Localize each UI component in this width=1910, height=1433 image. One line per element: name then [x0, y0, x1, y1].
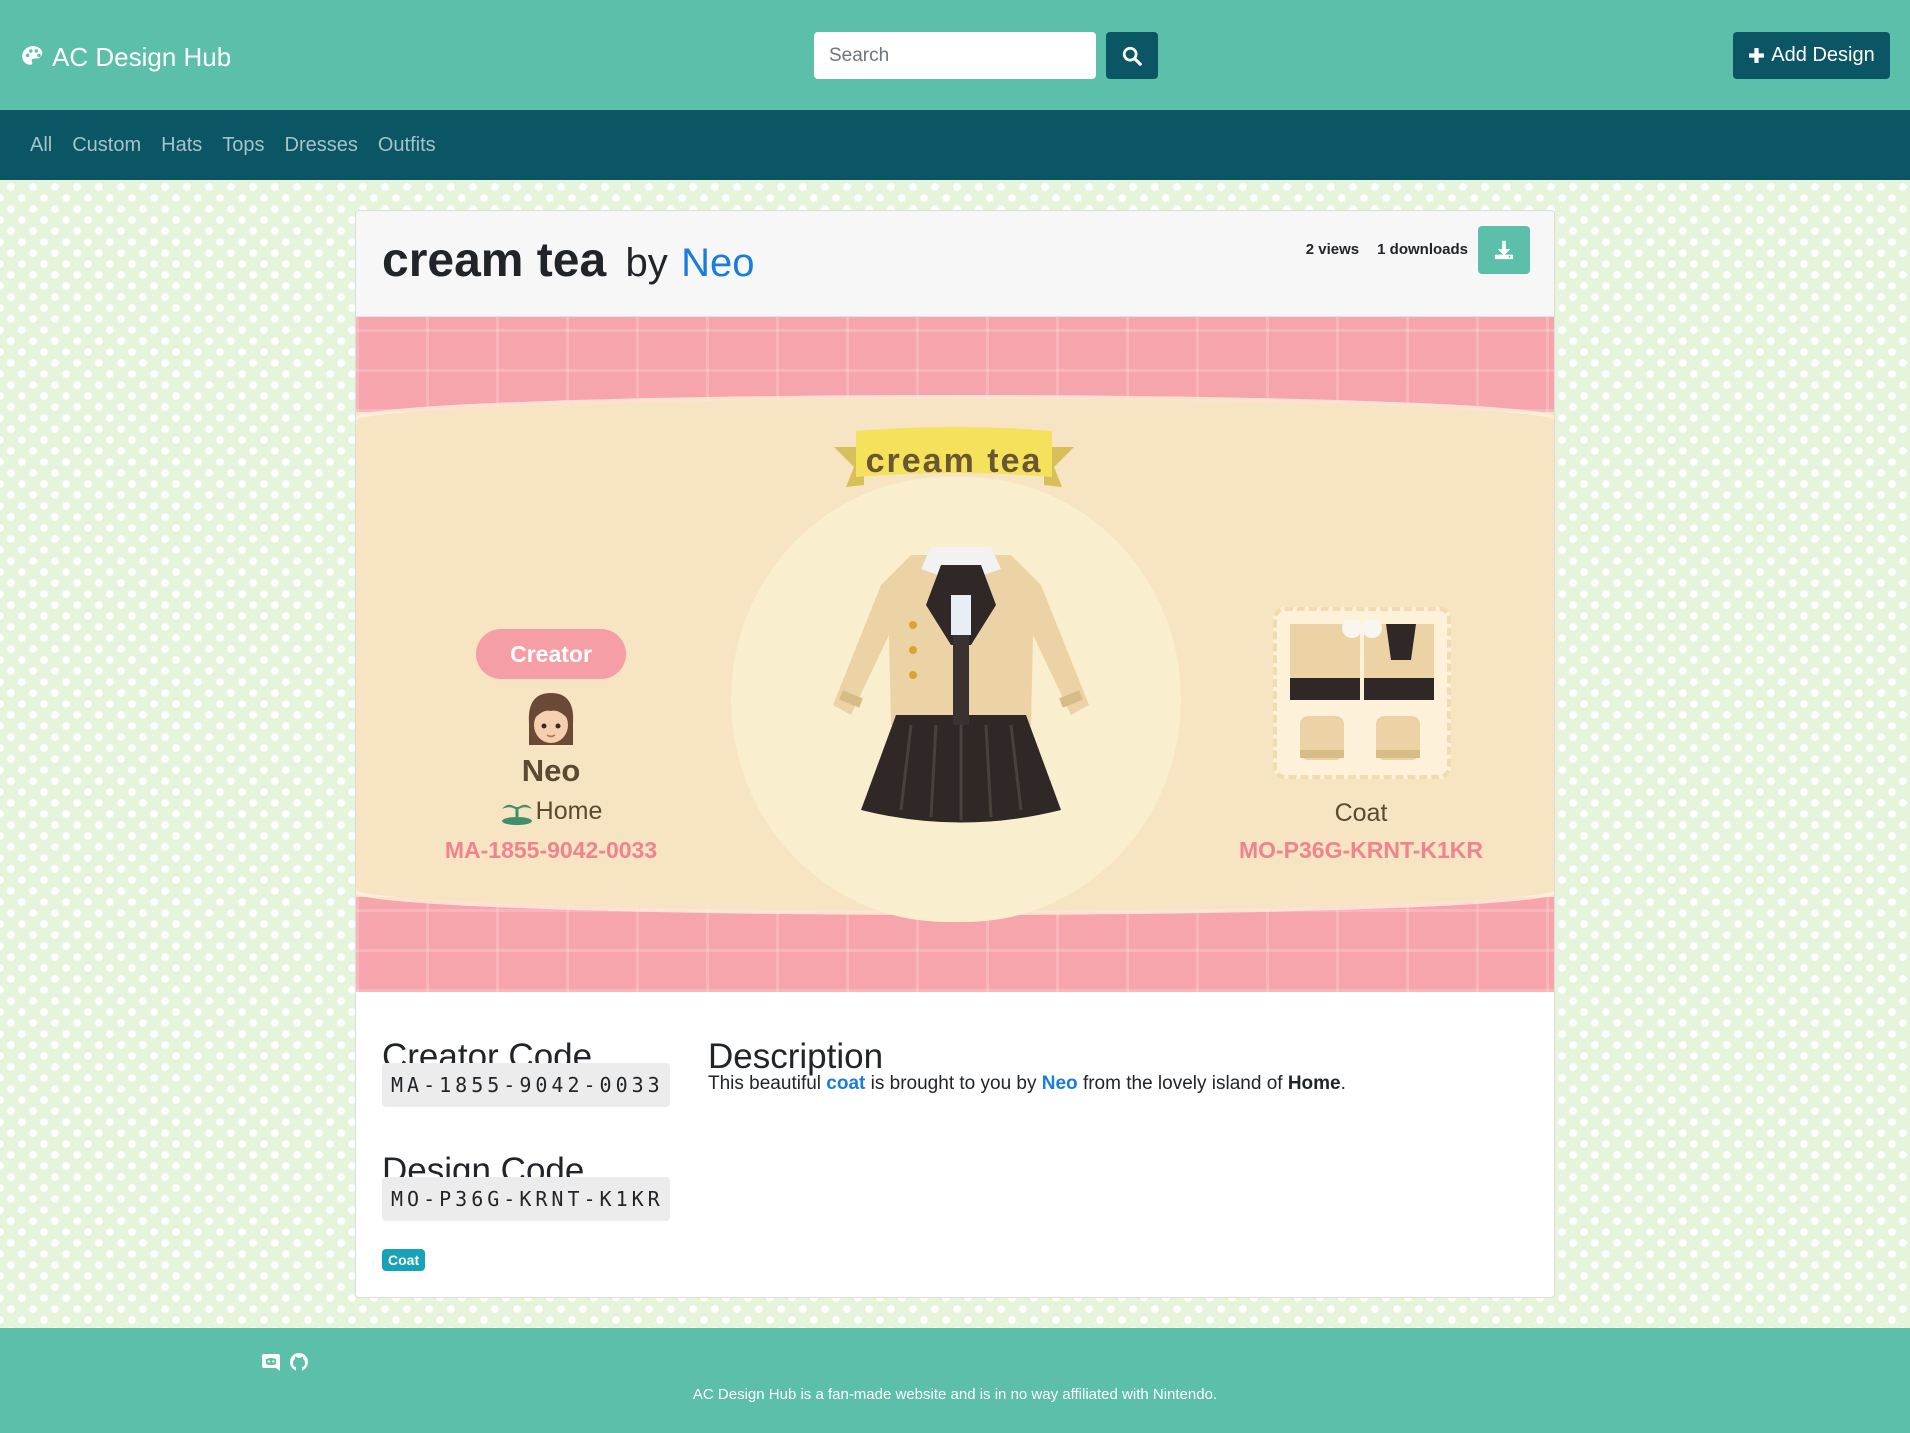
type-label-image: Coat	[1334, 799, 1388, 827]
island-icon	[501, 804, 532, 825]
banner-label: cream tea	[865, 441, 1043, 480]
views-count: 2 views	[1305, 241, 1360, 258]
design-title: cream tea	[382, 234, 607, 287]
search-input[interactable]	[814, 32, 1096, 79]
card-header: cream tea by Neo 2 views 1 downloads	[356, 211, 1554, 317]
plus-icon	[1749, 48, 1765, 63]
design-code-image: MO-P36G-KRNT-K1KR	[1238, 837, 1484, 863]
island-name: Home	[535, 797, 603, 825]
by-text: by	[625, 241, 668, 285]
creator-code-image: MA-1855-9042-0033	[444, 837, 658, 863]
footer-icons	[261, 1352, 309, 1372]
github-icon[interactable]	[289, 1352, 309, 1372]
add-design-label: Add Design	[1771, 44, 1875, 66]
creator-code-box[interactable]: MA-1855-9042-0033	[382, 1063, 670, 1107]
search-icon	[1122, 46, 1142, 66]
description-text: This beautiful coat is brought to you by…	[708, 1073, 1528, 1095]
discord-icon[interactable]	[261, 1352, 281, 1372]
footer: AC Design Hub is a fan-made website and …	[0, 1328, 1910, 1433]
design-title-heading: cream tea by Neo	[382, 233, 754, 288]
pattern-preview	[1290, 620, 1434, 760]
category-tops[interactable]: Tops	[222, 134, 264, 157]
download-button[interactable]	[1478, 226, 1530, 274]
brand-link[interactable]: AC Design Hub	[20, 40, 231, 74]
desc-end: .	[1340, 1073, 1346, 1094]
creator-pill: Creator	[476, 629, 626, 679]
desc-author-link[interactable]: Neo	[1042, 1073, 1078, 1094]
creator-name-image: Neo	[521, 753, 581, 788]
coat-illustration	[833, 547, 1089, 823]
category-nav: All Custom Hats Tops Dresses Outfits	[0, 110, 1910, 180]
desc-mid2: from the lovely island of	[1077, 1073, 1288, 1094]
category-hats[interactable]: Hats	[161, 134, 202, 157]
search-button[interactable]	[1106, 32, 1158, 79]
download-icon	[1494, 240, 1514, 260]
category-outfits[interactable]: Outfits	[378, 134, 436, 157]
author-link[interactable]: Neo	[681, 241, 754, 285]
footer-disclaimer: AC Design Hub is a fan-made website and …	[692, 1386, 1218, 1403]
category-dresses[interactable]: Dresses	[285, 134, 358, 157]
top-navbar: AC Design Hub Add Design	[0, 0, 1910, 110]
add-design-button[interactable]: Add Design	[1733, 32, 1890, 79]
island-row: Home	[446, 797, 656, 826]
category-custom[interactable]: Custom	[72, 134, 141, 157]
brand-name: AC Design Hub	[52, 41, 232, 72]
design-code-box[interactable]: MO-P36G-KRNT-K1KR	[382, 1177, 670, 1221]
desc-pre: This beautiful	[708, 1073, 827, 1094]
category-all[interactable]: All	[30, 134, 52, 157]
pink-band-top	[356, 317, 1554, 412]
avatar	[528, 693, 574, 745]
tag-badge[interactable]: Coat	[382, 1249, 426, 1271]
desc-island: Home	[1287, 1073, 1341, 1094]
desc-type-link[interactable]: coat	[826, 1073, 865, 1094]
design-image: cream tea Creator Neo Home MA-1855-9042-…	[356, 317, 1554, 992]
palette-icon	[22, 46, 43, 65]
design-card: cream tea by Neo 2 views 1 downloads cre…	[355, 210, 1555, 1298]
downloads-count: 1 downloads	[1377, 241, 1468, 258]
description-heading: Description	[708, 1037, 884, 1076]
desc-mid: is brought to you by	[865, 1073, 1042, 1094]
design-stats: 2 views 1 downloads	[1306, 241, 1468, 258]
